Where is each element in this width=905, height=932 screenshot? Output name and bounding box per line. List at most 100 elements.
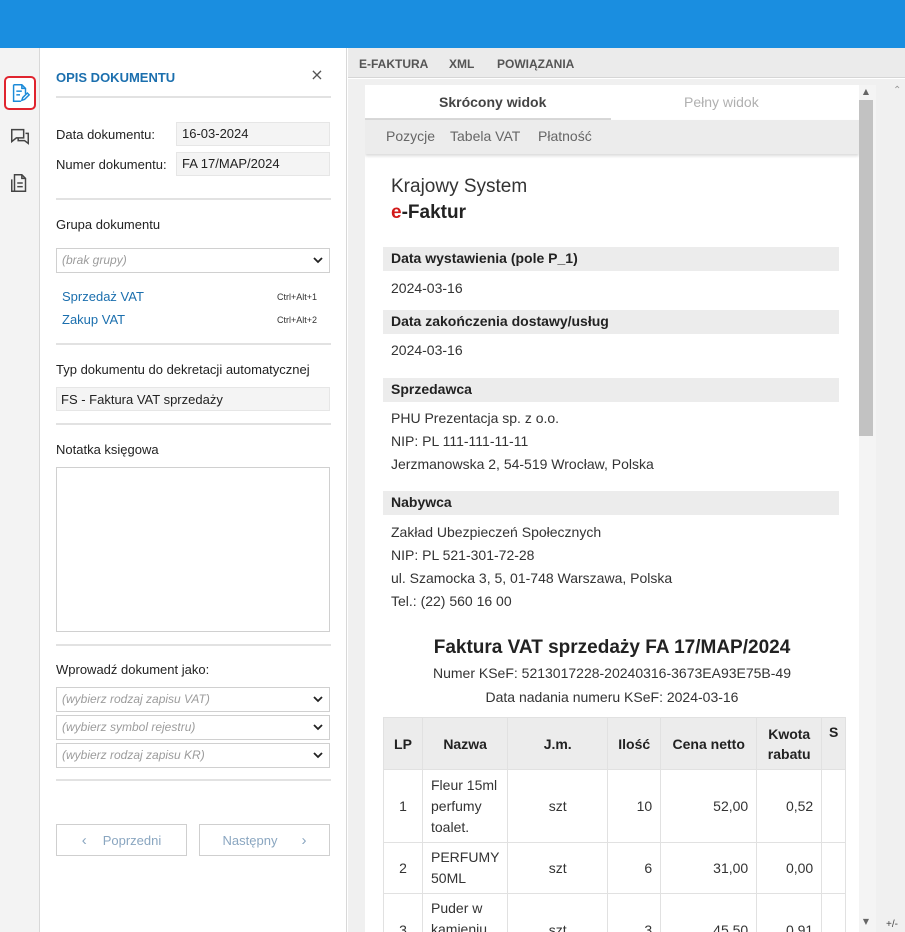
group-link-sales-vat[interactable]: Sprzedaż VAT — [62, 289, 144, 304]
tab-xml[interactable]: XML — [449, 57, 474, 71]
vat-entry-select[interactable]: (wybierz rodzaj zapisu VAT) — [56, 687, 330, 712]
tab-positions[interactable]: Pozycje — [386, 128, 435, 144]
vat-entry-select-value: (wybierz rodzaj zapisu VAT) — [62, 692, 210, 706]
register-symbol-select-value: (wybierz symbol rejestru) — [62, 720, 196, 734]
invoice-viewer: Skrócony widok Pełny widok Pozycje Tabel… — [348, 79, 905, 932]
table-cell: 45,50 — [660, 893, 758, 932]
table-row: 1 Fleur 15ml perfumy toalet. szt 10 52,0… — [383, 769, 847, 843]
divider — [56, 198, 331, 200]
document-tabs: E-FAKTURA XML POWIĄZANIA — [348, 48, 905, 78]
close-icon[interactable]: × — [308, 66, 326, 84]
top-bar — [0, 0, 905, 48]
view-mode-tabs: Skrócony widok Pełny widok — [365, 85, 859, 120]
previous-button[interactable]: ‹ Poprzedni — [56, 824, 187, 856]
doc-type-label: Typ dokumentu do dekretacji automatyczne… — [56, 362, 310, 377]
next-button[interactable]: Następny › — [199, 824, 330, 856]
table-cell: 0,00 — [756, 842, 823, 894]
enter-as-label: Wprowadź dokument jako: — [56, 662, 210, 677]
table-cell: 3 — [607, 893, 662, 932]
tab-powiazania[interactable]: POWIĄZANIA — [497, 57, 574, 71]
tab-payment[interactable]: Płatność — [538, 128, 592, 144]
tab-short-view[interactable]: Skrócony widok — [439, 94, 546, 110]
icon-rail — [0, 48, 40, 932]
divider — [56, 343, 331, 345]
buyer-nip: NIP: PL 521-301-72-28 — [391, 547, 535, 563]
column-header: Kwota rabatu — [756, 717, 823, 770]
table-cell — [821, 893, 847, 932]
shortcut-hint: Ctrl+Alt+1 — [277, 292, 318, 302]
comments-icon[interactable] — [4, 120, 36, 154]
panel-title: OPIS DOKUMENTU — [56, 70, 176, 85]
buyer-address: ul. Szamocka 3, 5, 01-748 Warszawa, Pols… — [391, 570, 673, 586]
table-cell: 6 — [607, 842, 662, 894]
table-cell: szt — [507, 893, 609, 932]
ksef-logo-e: e — [391, 202, 402, 223]
divider — [56, 644, 331, 646]
delivery-date-header: Data zakończenia dostawy/usług — [383, 310, 839, 334]
document-description-icon[interactable] — [4, 76, 36, 110]
previous-button-label: Poprzedni — [102, 832, 162, 848]
group-label: Grupa dokumentu — [56, 217, 161, 232]
description-panel: OPIS DOKUMENTU × Data dokumentu: 16-03-2… — [40, 48, 347, 932]
table-cell: 1 — [383, 769, 423, 843]
table-cell: Puder w kamieniu 07 — [421, 893, 509, 932]
table-cell: szt — [507, 842, 609, 894]
next-button-label: Następny — [222, 832, 278, 848]
seller-nip: NIP: PL 111-111-11-11 — [391, 433, 529, 449]
table-cell: 10 — [607, 769, 662, 843]
chevron-down-icon — [313, 696, 323, 703]
tab-full-view[interactable]: Pełny widok — [684, 94, 759, 110]
note-textarea[interactable] — [56, 467, 330, 632]
table-cell: 3 — [383, 893, 423, 932]
table-header-row: LP Nazwa J.m. Ilość Cena netto Kwota rab… — [383, 717, 847, 770]
scroll-down-icon[interactable]: ▼ — [861, 917, 871, 927]
table-row: 3 Puder w kamieniu 07 szt 3 45,50 0,91 — [383, 893, 847, 932]
document-date-value: 16-03-2024 — [176, 122, 330, 146]
issue-date-value: 2024-03-16 — [391, 280, 463, 296]
issue-date-header: Data wystawienia (pole P_1) — [383, 247, 839, 271]
delivery-date-value: 2024-03-16 — [391, 342, 463, 358]
chevron-down-icon — [313, 257, 323, 264]
divider — [56, 779, 331, 781]
chevron-right-icon: › — [301, 831, 307, 849]
scrollbar-thumb[interactable] — [859, 100, 873, 436]
document-date-label: Data dokumentu: — [56, 127, 156, 142]
invoice-items-table: LP Nazwa J.m. Ilość Cena netto Kwota rab… — [383, 717, 847, 932]
outer-scroll-up-icon[interactable]: ⌃ — [893, 85, 903, 97]
scroll-up-icon[interactable]: ▲ — [861, 87, 871, 97]
table-row: 2 PERFUMY 50ML szt 6 31,00 0,00 — [383, 842, 847, 894]
invoice-document: Skrócony widok Pełny widok Pozycje Tabel… — [365, 85, 859, 932]
column-header: J.m. — [507, 717, 609, 770]
group-select[interactable]: (brak grupy) — [56, 248, 330, 273]
zoom-toggle[interactable]: +/- — [886, 919, 898, 930]
group-select-value: (brak grupy) — [62, 253, 127, 267]
chevron-left-icon: ‹ — [81, 831, 87, 849]
invoice-title: Faktura VAT sprzedaży FA 17/MAP/2024 — [433, 637, 791, 658]
chevron-down-icon — [313, 752, 323, 759]
divider — [56, 423, 331, 425]
ksef-logo-rest: -Faktur — [401, 202, 466, 223]
document-number-value: FA 17/MAP/2024 — [176, 152, 330, 176]
seller-address: Jerzmanowska 2, 54-519 Wrocław, Polska — [391, 456, 654, 472]
tab-vat-table[interactable]: Tabela VAT — [450, 128, 520, 144]
tab-e-faktura[interactable]: E-FAKTURA — [359, 57, 428, 71]
kr-entry-select[interactable]: (wybierz rodzaj zapisu KR) — [56, 743, 330, 768]
document-number-label: Numer dokumentu: — [56, 157, 167, 172]
table-cell — [821, 842, 847, 894]
group-link-purchase-vat[interactable]: Zakup VAT — [62, 312, 125, 327]
table-cell: 2 — [383, 842, 423, 894]
ksef-date: Data nadania numeru KSeF: 2024-03-16 — [485, 689, 739, 705]
table-cell: szt — [507, 769, 609, 843]
note-label: Notatka księgowa — [56, 442, 159, 457]
app-window: OPIS DOKUMENTU × Data dokumentu: 16-03-2… — [0, 0, 905, 932]
doc-type-value: FS - Faktura VAT sprzedaży — [56, 387, 330, 411]
table-cell: Fleur 15ml perfumy toalet. — [421, 769, 509, 843]
column-header: Nazwa — [421, 717, 509, 770]
buyer-phone: Tel.: (22) 560 16 00 — [391, 593, 512, 609]
table-cell — [821, 769, 847, 843]
register-symbol-select[interactable]: (wybierz symbol rejestru) — [56, 715, 330, 740]
document-list-icon[interactable] — [4, 166, 36, 200]
table-cell: 31,00 — [660, 842, 758, 894]
buyer-name: Zakład Ubezpieczeń Społecznych — [391, 524, 602, 540]
vertical-scrollbar[interactable]: ▲ ▼ — [859, 85, 876, 932]
